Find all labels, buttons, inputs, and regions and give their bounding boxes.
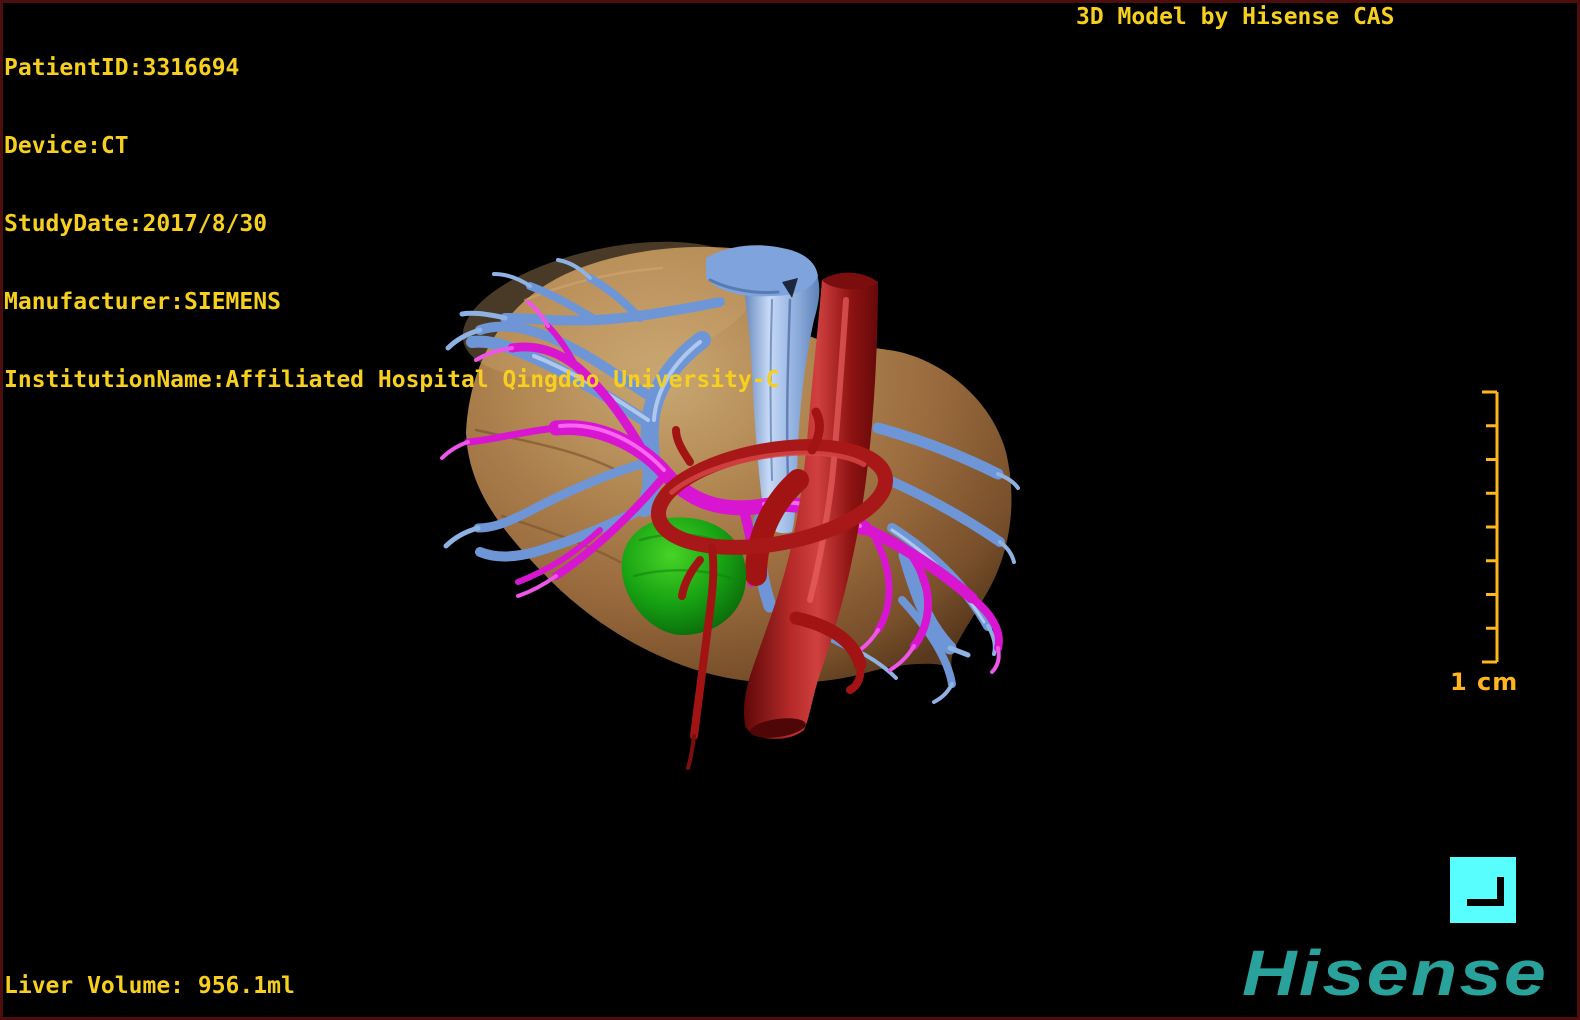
patient-info: PatientID:3316694 Device:CT StudyDate:20… xyxy=(4,3,779,419)
hisense-logo: Hisense xyxy=(1242,937,1549,1009)
corner-bracket-icon xyxy=(1467,877,1504,906)
study-date-line: StudyDate:2017/8/30 xyxy=(4,211,268,237)
institution-line: InstitutionName:Affiliated Hospital Qing… xyxy=(4,367,780,393)
scale-bar-ticks xyxy=(1482,390,1499,664)
patient-id-line: PatientID:3316694 xyxy=(4,55,240,81)
model-title: 3D Model by Hisense CAS xyxy=(1076,4,1395,30)
orientation-marker-icon[interactable] xyxy=(1450,857,1516,923)
manufacturer-line: Manufacturer:SIEMENS xyxy=(4,289,281,315)
device-line: Device:CT xyxy=(4,133,129,159)
scale-bar-label: 1 cm xyxy=(1450,668,1519,696)
scale-bar: 1 cm xyxy=(1440,386,1520,706)
liver-volume-readout: Liver Volume: 956.1ml xyxy=(4,973,295,999)
